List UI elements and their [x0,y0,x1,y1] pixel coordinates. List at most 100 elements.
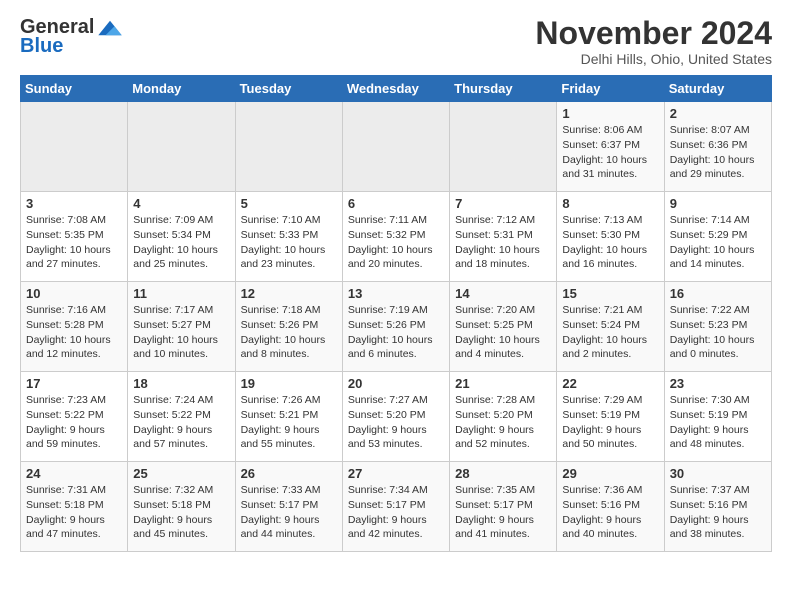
day-number: 2 [670,106,766,121]
day-number: 13 [348,286,444,301]
day-number: 22 [562,376,658,391]
day-info: Sunrise: 7:27 AMSunset: 5:20 PMDaylight:… [348,393,444,452]
weekday-header-tuesday: Tuesday [235,76,342,102]
day-number: 24 [26,466,122,481]
day-number: 10 [26,286,122,301]
day-info: Sunrise: 7:11 AMSunset: 5:32 PMDaylight:… [348,213,444,272]
day-info: Sunrise: 7:30 AMSunset: 5:19 PMDaylight:… [670,393,766,452]
location: Delhi Hills, Ohio, United States [535,51,772,67]
day-info: Sunrise: 7:13 AMSunset: 5:30 PMDaylight:… [562,213,658,272]
day-number: 12 [241,286,337,301]
day-info: Sunrise: 7:23 AMSunset: 5:22 PMDaylight:… [26,393,122,452]
day-info: Sunrise: 7:18 AMSunset: 5:26 PMDaylight:… [241,303,337,362]
day-info: Sunrise: 7:33 AMSunset: 5:17 PMDaylight:… [241,483,337,542]
calendar-cell [128,102,235,192]
day-number: 23 [670,376,766,391]
calendar-cell: 1 Sunrise: 8:06 AMSunset: 6:37 PMDaylight… [557,102,664,192]
day-info: Sunrise: 8:07 AMSunset: 6:36 PMDaylight:… [670,123,766,182]
day-info: Sunrise: 7:09 AMSunset: 5:34 PMDaylight:… [133,213,229,272]
calendar-cell: 27 Sunrise: 7:34 AMSunset: 5:17 PMDayligh… [342,462,449,552]
calendar-cell: 12 Sunrise: 7:18 AMSunset: 5:26 PMDayligh… [235,282,342,372]
calendar-cell: 28Sunrise: 7:35 AMSunset: 5:17 PMDayligh… [450,462,557,552]
day-info: Sunrise: 7:28 AMSunset: 5:20 PMDaylight:… [455,393,551,452]
calendar-cell: 15 Sunrise: 7:21 AMSunset: 5:24 PMDayligh… [557,282,664,372]
weekday-header-thursday: Thursday [450,76,557,102]
day-info: Sunrise: 7:12 AMSunset: 5:31 PMDaylight:… [455,213,551,272]
calendar-cell [235,102,342,192]
day-number: 8 [562,196,658,211]
week-row-1: 1 Sunrise: 8:06 AMSunset: 6:37 PMDaylight… [21,102,772,192]
day-info: Sunrise: 7:26 AMSunset: 5:21 PMDaylight:… [241,393,337,452]
calendar-cell: 19 Sunrise: 7:26 AMSunset: 5:21 PMDayligh… [235,372,342,462]
day-info: Sunrise: 7:14 AMSunset: 5:29 PMDaylight:… [670,213,766,272]
day-number: 5 [241,196,337,211]
month-title: November 2024 [535,16,772,51]
calendar-cell: 6Sunrise: 7:11 AMSunset: 5:32 PMDaylight… [342,192,449,282]
day-number: 1 [562,106,658,121]
day-number: 17 [26,376,122,391]
calendar-table: SundayMondayTuesdayWednesdayThursdayFrid… [20,75,772,552]
calendar-cell: 7 Sunrise: 7:12 AMSunset: 5:31 PMDaylight… [450,192,557,282]
day-info: Sunrise: 7:37 AMSunset: 5:16 PMDaylight:… [670,483,766,542]
day-number: 26 [241,466,337,481]
day-info: Sunrise: 7:19 AMSunset: 5:26 PMDaylight:… [348,303,444,362]
calendar-cell [450,102,557,192]
weekday-header-sunday: Sunday [21,76,128,102]
weekday-header-friday: Friday [557,76,664,102]
calendar-cell [21,102,128,192]
header: General Blue November 2024 Delhi Hills, … [20,16,772,67]
calendar-cell: 14Sunrise: 7:20 AMSunset: 5:25 PMDayligh… [450,282,557,372]
calendar-cell: 30 Sunrise: 7:37 AMSunset: 5:16 PMDayligh… [664,462,771,552]
day-number: 7 [455,196,551,211]
calendar-cell: 9 Sunrise: 7:14 AMSunset: 5:29 PMDaylight… [664,192,771,282]
day-number: 29 [562,466,658,481]
day-number: 3 [26,196,122,211]
calendar-cell [342,102,449,192]
calendar-cell: 8 Sunrise: 7:13 AMSunset: 5:30 PMDaylight… [557,192,664,282]
calendar-cell: 22 Sunrise: 7:29 AMSunset: 5:19 PMDayligh… [557,372,664,462]
day-info: Sunrise: 7:21 AMSunset: 5:24 PMDaylight:… [562,303,658,362]
day-info: Sunrise: 7:35 AMSunset: 5:17 PMDaylight:… [455,483,551,542]
day-number: 15 [562,286,658,301]
day-info: Sunrise: 7:24 AMSunset: 5:22 PMDaylight:… [133,393,229,452]
calendar-cell: 3Sunrise: 7:08 AMSunset: 5:35 PMDaylight… [21,192,128,282]
day-info: Sunrise: 7:34 AMSunset: 5:17 PMDaylight:… [348,483,444,542]
logo-blue: Blue [20,35,63,58]
day-info: Sunrise: 7:22 AMSunset: 5:23 PMDaylight:… [670,303,766,362]
calendar-cell: 21Sunrise: 7:28 AMSunset: 5:20 PMDayligh… [450,372,557,462]
weekday-header-row: SundayMondayTuesdayWednesdayThursdayFrid… [21,76,772,102]
calendar-cell: 20 Sunrise: 7:27 AMSunset: 5:20 PMDayligh… [342,372,449,462]
day-info: Sunrise: 8:06 AMSunset: 6:37 PMDaylight:… [562,123,658,182]
day-info: Sunrise: 7:29 AMSunset: 5:19 PMDaylight:… [562,393,658,452]
day-number: 11 [133,286,229,301]
logo: General Blue [20,16,124,58]
calendar-cell: 11 Sunrise: 7:17 AMSunset: 5:27 PMDayligh… [128,282,235,372]
day-info: Sunrise: 7:32 AMSunset: 5:18 PMDaylight:… [133,483,229,542]
calendar-cell: 24Sunrise: 7:31 AMSunset: 5:18 PMDayligh… [21,462,128,552]
day-number: 27 [348,466,444,481]
day-number: 16 [670,286,766,301]
weekday-header-wednesday: Wednesday [342,76,449,102]
day-number: 9 [670,196,766,211]
calendar-cell: 10Sunrise: 7:16 AMSunset: 5:28 PMDayligh… [21,282,128,372]
calendar-cell: 13 Sunrise: 7:19 AMSunset: 5:26 PMDayligh… [342,282,449,372]
calendar-cell: 23 Sunrise: 7:30 AMSunset: 5:19 PMDayligh… [664,372,771,462]
week-row-4: 17 Sunrise: 7:23 AMSunset: 5:22 PMDayligh… [21,372,772,462]
day-number: 20 [348,376,444,391]
weekday-header-monday: Monday [128,76,235,102]
day-number: 4 [133,196,229,211]
calendar-cell: 17 Sunrise: 7:23 AMSunset: 5:22 PMDayligh… [21,372,128,462]
day-info: Sunrise: 7:17 AMSunset: 5:27 PMDaylight:… [133,303,229,362]
page: General Blue November 2024 Delhi Hills, … [0,0,792,562]
week-row-5: 24Sunrise: 7:31 AMSunset: 5:18 PMDayligh… [21,462,772,552]
week-row-3: 10Sunrise: 7:16 AMSunset: 5:28 PMDayligh… [21,282,772,372]
day-number: 30 [670,466,766,481]
day-number: 14 [455,286,551,301]
calendar-cell: 4 Sunrise: 7:09 AMSunset: 5:34 PMDaylight… [128,192,235,282]
logo-icon [96,19,124,37]
day-number: 19 [241,376,337,391]
calendar-cell: 29 Sunrise: 7:36 AMSunset: 5:16 PMDayligh… [557,462,664,552]
day-info: Sunrise: 7:36 AMSunset: 5:16 PMDaylight:… [562,483,658,542]
calendar-cell: 5Sunrise: 7:10 AMSunset: 5:33 PMDaylight… [235,192,342,282]
day-number: 18 [133,376,229,391]
